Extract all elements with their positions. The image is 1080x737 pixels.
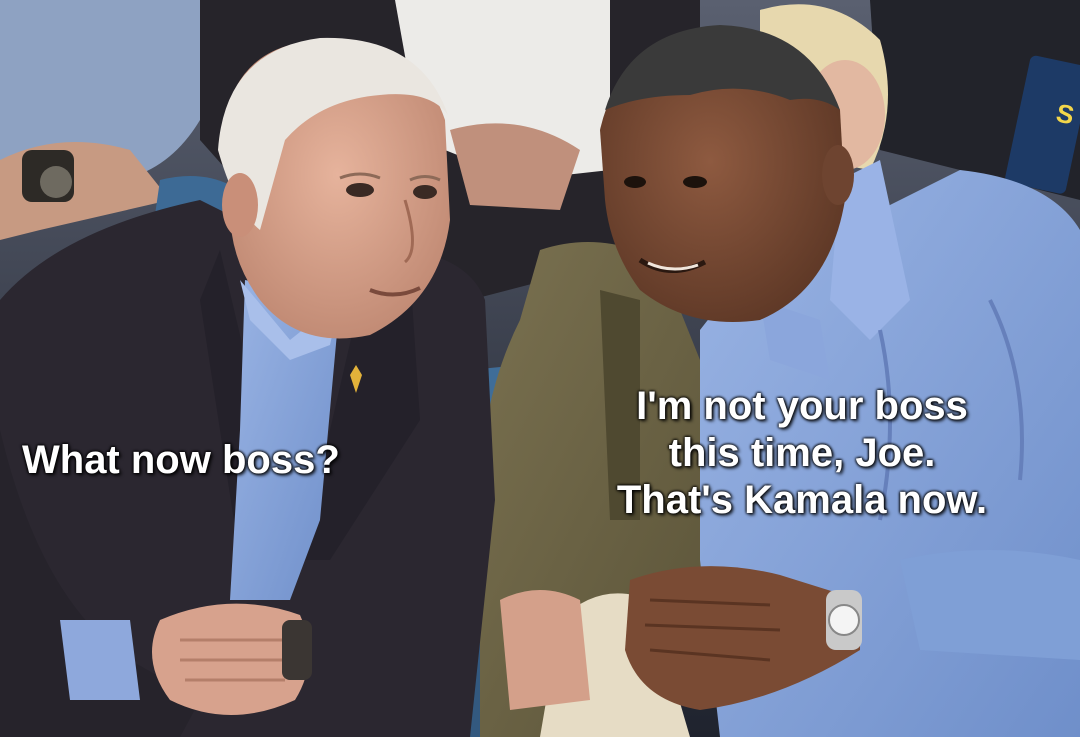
caption-left: What now boss? [22, 438, 340, 482]
photo-background: S [0, 0, 1080, 737]
meme-image: S What now boss? I'm not your boss this … [0, 0, 1080, 737]
caption-right-line-1: I'm not your boss [636, 384, 968, 428]
caption-right: I'm not your boss this time, Joe. That's… [582, 383, 1022, 524]
caption-right-line-2: this time, Joe. [668, 431, 936, 475]
caption-right-line-3: That's Kamala now. [616, 478, 988, 522]
